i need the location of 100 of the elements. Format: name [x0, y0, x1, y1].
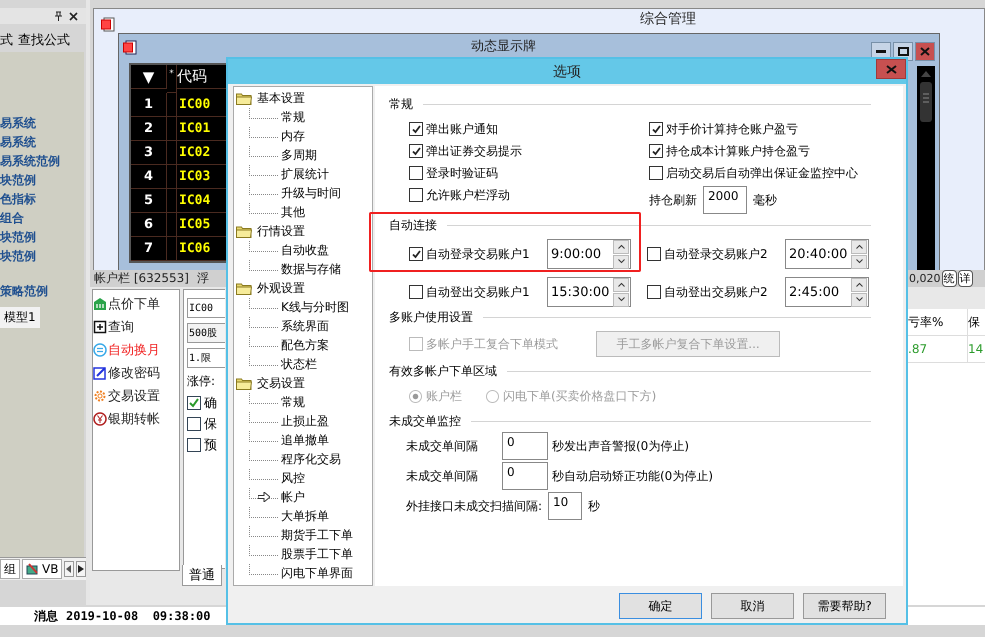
tree-item[interactable]: 行情设置	[257, 223, 305, 240]
tree-item[interactable]: 易系统	[0, 114, 84, 133]
scroll-right-button[interactable]	[76, 561, 86, 577]
checkbox-label: 允许账户栏浮动	[426, 186, 510, 204]
menu-item[interactable]: 修改密码	[93, 363, 179, 383]
tree-item[interactable]: 易系统范例	[0, 152, 84, 171]
dropdown[interactable]: 500股	[187, 323, 225, 343]
tab[interactable]: 普通	[182, 565, 222, 586]
tree-item[interactable]: 扩展统计	[281, 166, 329, 183]
time-spinner[interactable]: 2:45:00	[785, 277, 869, 307]
checkbox[interactable]	[647, 247, 661, 261]
menu-item[interactable]: 点价下单	[93, 294, 179, 314]
input-field[interactable]: 0	[502, 432, 548, 460]
dialog-button[interactable]: 需要帮助?	[803, 593, 886, 619]
spin-up-button[interactable]	[851, 240, 867, 254]
checkbox[interactable]	[187, 438, 201, 452]
input-field[interactable]: 2000	[703, 186, 747, 214]
menu-item[interactable]: 交易设置	[93, 386, 179, 406]
dialog-button[interactable]: 确定	[619, 593, 702, 619]
summary-button[interactable]: 统	[942, 270, 956, 287]
menu-item[interactable]: 查询	[93, 317, 179, 337]
close-button[interactable]	[876, 59, 906, 79]
panel-tab[interactable]: 组	[0, 559, 20, 579]
checkbox[interactable]	[649, 144, 663, 158]
tree-item[interactable]: 常规	[281, 109, 305, 126]
dialog-title: 选项	[553, 62, 581, 80]
tree-item[interactable]: 股票手工下单	[281, 546, 353, 563]
close-button[interactable]	[915, 42, 935, 61]
close-icon	[920, 47, 930, 56]
checkbox[interactable]	[187, 396, 201, 410]
column-header: ▼	[131, 65, 167, 89]
dialog-button[interactable]: 取消	[711, 593, 794, 619]
input-field[interactable]: 10	[548, 492, 582, 520]
scroll-left-button[interactable]	[64, 561, 74, 577]
pin-icon[interactable]	[54, 11, 63, 21]
tree-item[interactable]: 其他	[281, 204, 305, 221]
checkbox[interactable]	[649, 122, 663, 136]
tree-item[interactable]: 升级与时间	[281, 185, 341, 202]
model-tab[interactable]: 模型1	[0, 307, 40, 328]
checkbox[interactable]	[409, 144, 423, 158]
input-field[interactable]: 0	[502, 462, 548, 490]
tree-item[interactable]: 大单拆单	[281, 508, 329, 525]
tree-item[interactable]: 追单撤单	[281, 432, 329, 449]
left-arrow-icon	[66, 565, 72, 573]
spin-down-button[interactable]	[613, 254, 629, 268]
checkbox[interactable]	[409, 247, 423, 261]
checkbox[interactable]	[409, 166, 423, 180]
tree-item[interactable]: 止损止盈	[281, 413, 329, 430]
tree-item[interactable]: 易系统	[0, 133, 84, 152]
summary-button[interactable]: 详	[958, 270, 972, 287]
tree-item[interactable]: 程序化交易	[281, 451, 341, 468]
time-spinner[interactable]: 15:30:00	[547, 277, 631, 307]
tree-item[interactable]: 期货手工下单	[281, 527, 353, 544]
spin-up-button[interactable]	[613, 240, 629, 254]
field-label: 未成交单间隔	[406, 438, 479, 454]
tree-item[interactable]: 基本设置	[257, 90, 305, 107]
dropdown[interactable]: 1.限	[187, 348, 225, 368]
tree-item[interactable]: 状态栏	[281, 356, 317, 373]
spin-down-button[interactable]	[613, 292, 629, 306]
up-caret-icon	[856, 282, 862, 287]
panel-tab[interactable]: 查找公式	[18, 31, 70, 49]
tree-item[interactable]: 帐户	[281, 489, 305, 506]
spin-down-button[interactable]	[851, 292, 867, 306]
time-spinner[interactable]: 9:00:00	[547, 239, 631, 269]
checkbox[interactable]	[409, 285, 423, 299]
checkbox[interactable]	[409, 122, 423, 136]
checkbox[interactable]	[187, 417, 201, 431]
close-icon[interactable]	[69, 12, 78, 20]
tree-item[interactable]: 策略范例	[0, 282, 84, 301]
panel-tab[interactable]: 式	[0, 31, 13, 49]
tree-item[interactable]: 风控	[281, 470, 305, 487]
tree-item[interactable]: 数据与存储	[281, 261, 341, 278]
tree-item[interactable]: 色指标	[0, 190, 84, 209]
checkbox-label: 登录时验证码	[426, 164, 498, 182]
spin-up-button[interactable]	[613, 278, 629, 292]
tree-item[interactable]: 多周期	[281, 147, 317, 164]
tree-item[interactable]: 闪电下单界面	[281, 565, 353, 582]
tree-item[interactable]: 系统界面	[281, 318, 329, 335]
tree-item[interactable]: 交易设置	[257, 375, 305, 392]
menu-item[interactable]: 银期转帐	[93, 409, 179, 429]
spin-down-button[interactable]	[851, 254, 867, 268]
tree-item[interactable]: 自动收盘	[281, 242, 329, 259]
window-title: 动态显示牌	[471, 38, 536, 55]
checkbox[interactable]	[649, 166, 663, 180]
panel-tab[interactable]: VB	[22, 559, 62, 579]
folder-icon	[236, 92, 252, 105]
menu-item[interactable]: 自动换月	[93, 340, 179, 360]
tree-item[interactable]: 配色方案	[281, 337, 329, 354]
tree-item[interactable]: 组合	[0, 209, 84, 228]
input-field[interactable]: IC00	[187, 298, 225, 318]
spin-up-button[interactable]	[851, 278, 867, 292]
tree-item[interactable]: 内存	[281, 128, 305, 145]
time-spinner[interactable]: 20:40:00	[785, 239, 869, 269]
tree-item[interactable]: K线与分时图	[281, 299, 349, 316]
scrollbar-thumb[interactable]	[919, 82, 933, 122]
scrollbar[interactable]	[917, 66, 935, 271]
checkbox[interactable]	[409, 188, 423, 202]
tree-item[interactable]: 外观设置	[257, 280, 305, 297]
tree-item[interactable]: 常规	[281, 394, 305, 411]
checkbox[interactable]	[647, 285, 661, 299]
